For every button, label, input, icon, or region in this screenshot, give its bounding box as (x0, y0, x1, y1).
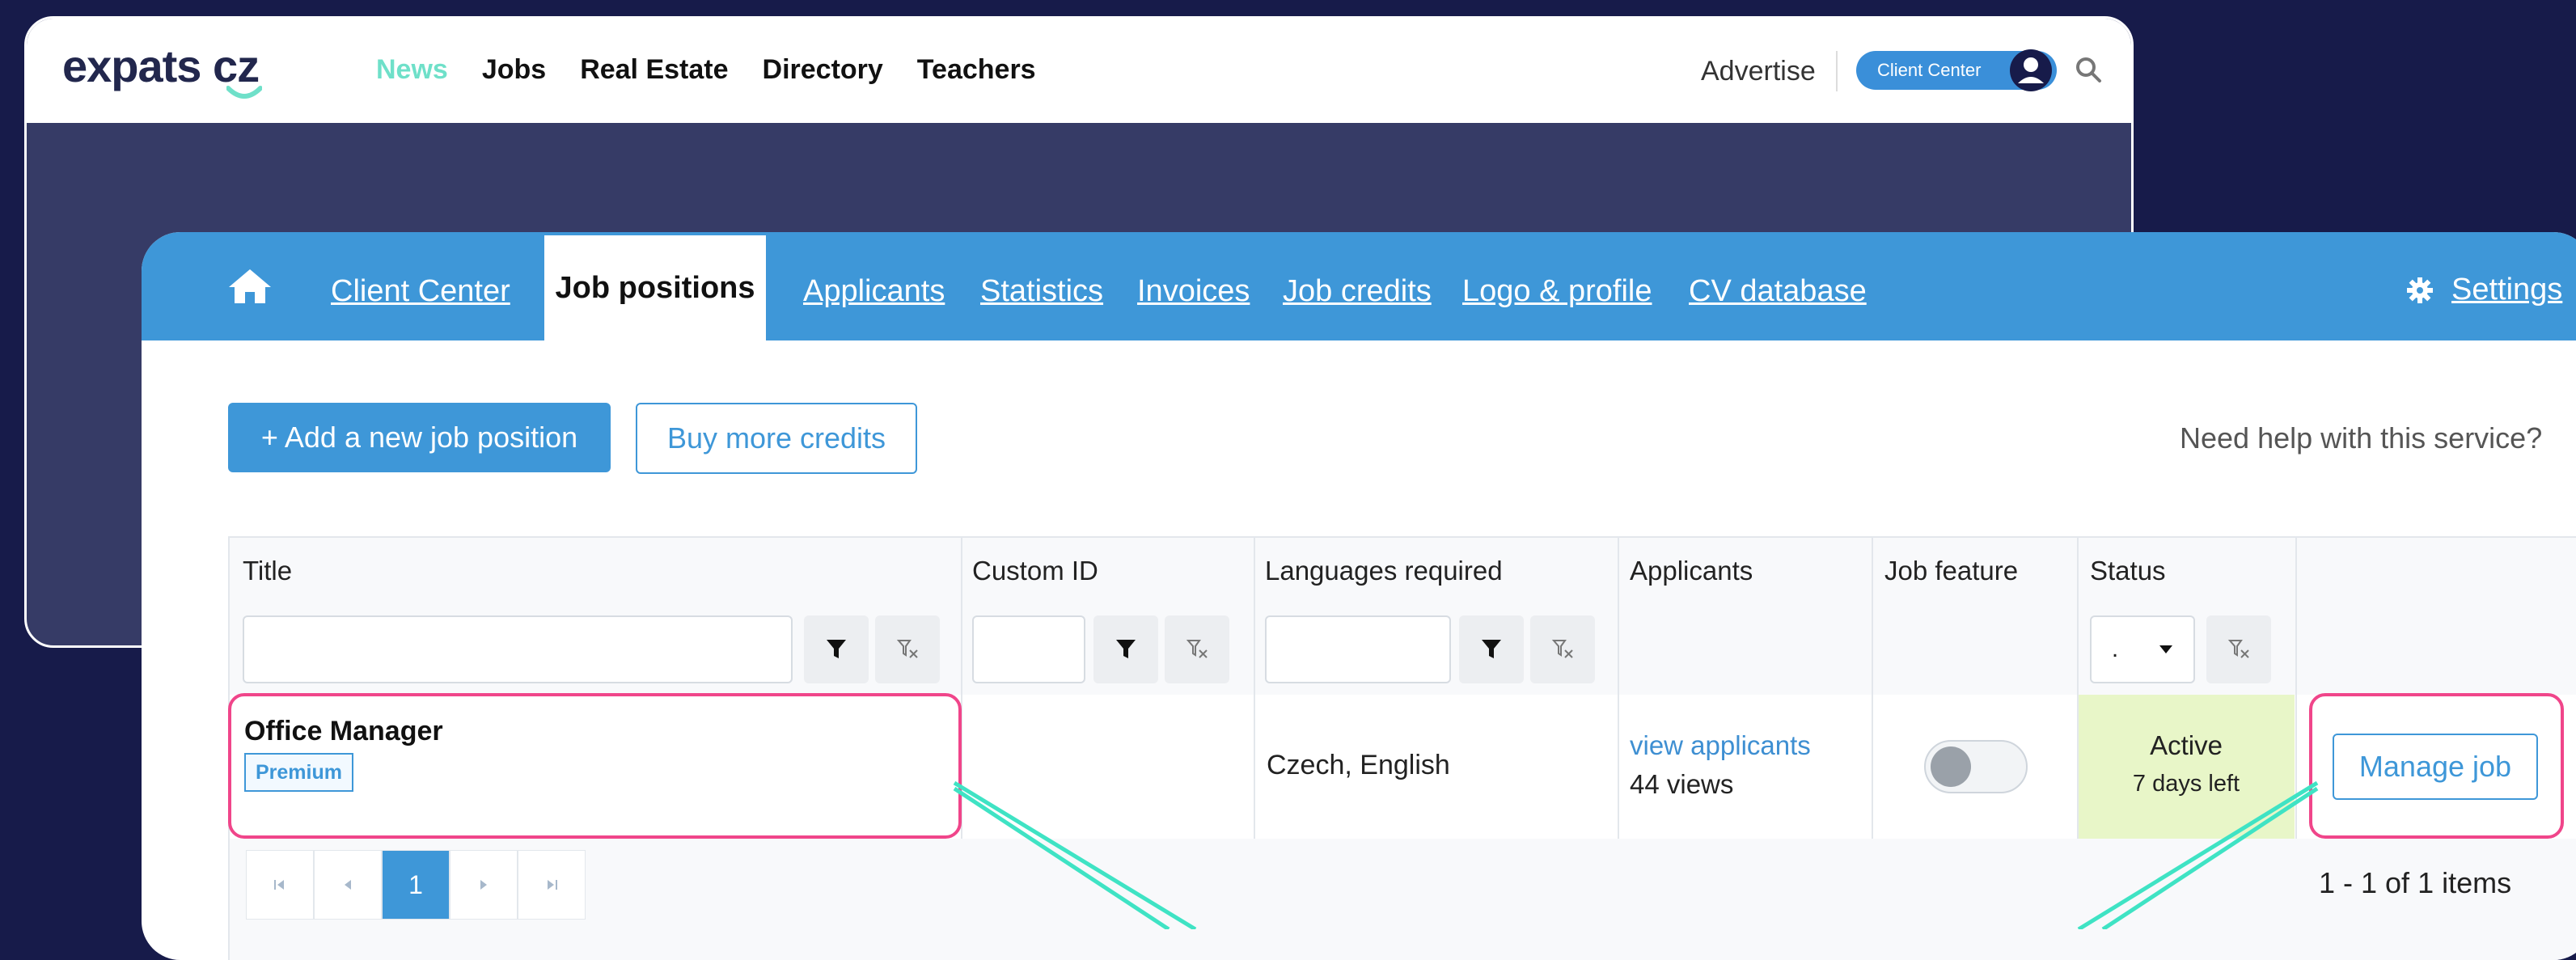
callout-line-left-a (953, 780, 1197, 929)
callout-lines (953, 780, 2319, 929)
callout-line-right-b (2101, 786, 2319, 929)
callout-line-right-a (2077, 780, 2319, 929)
callout-line-left-b (953, 786, 1170, 929)
